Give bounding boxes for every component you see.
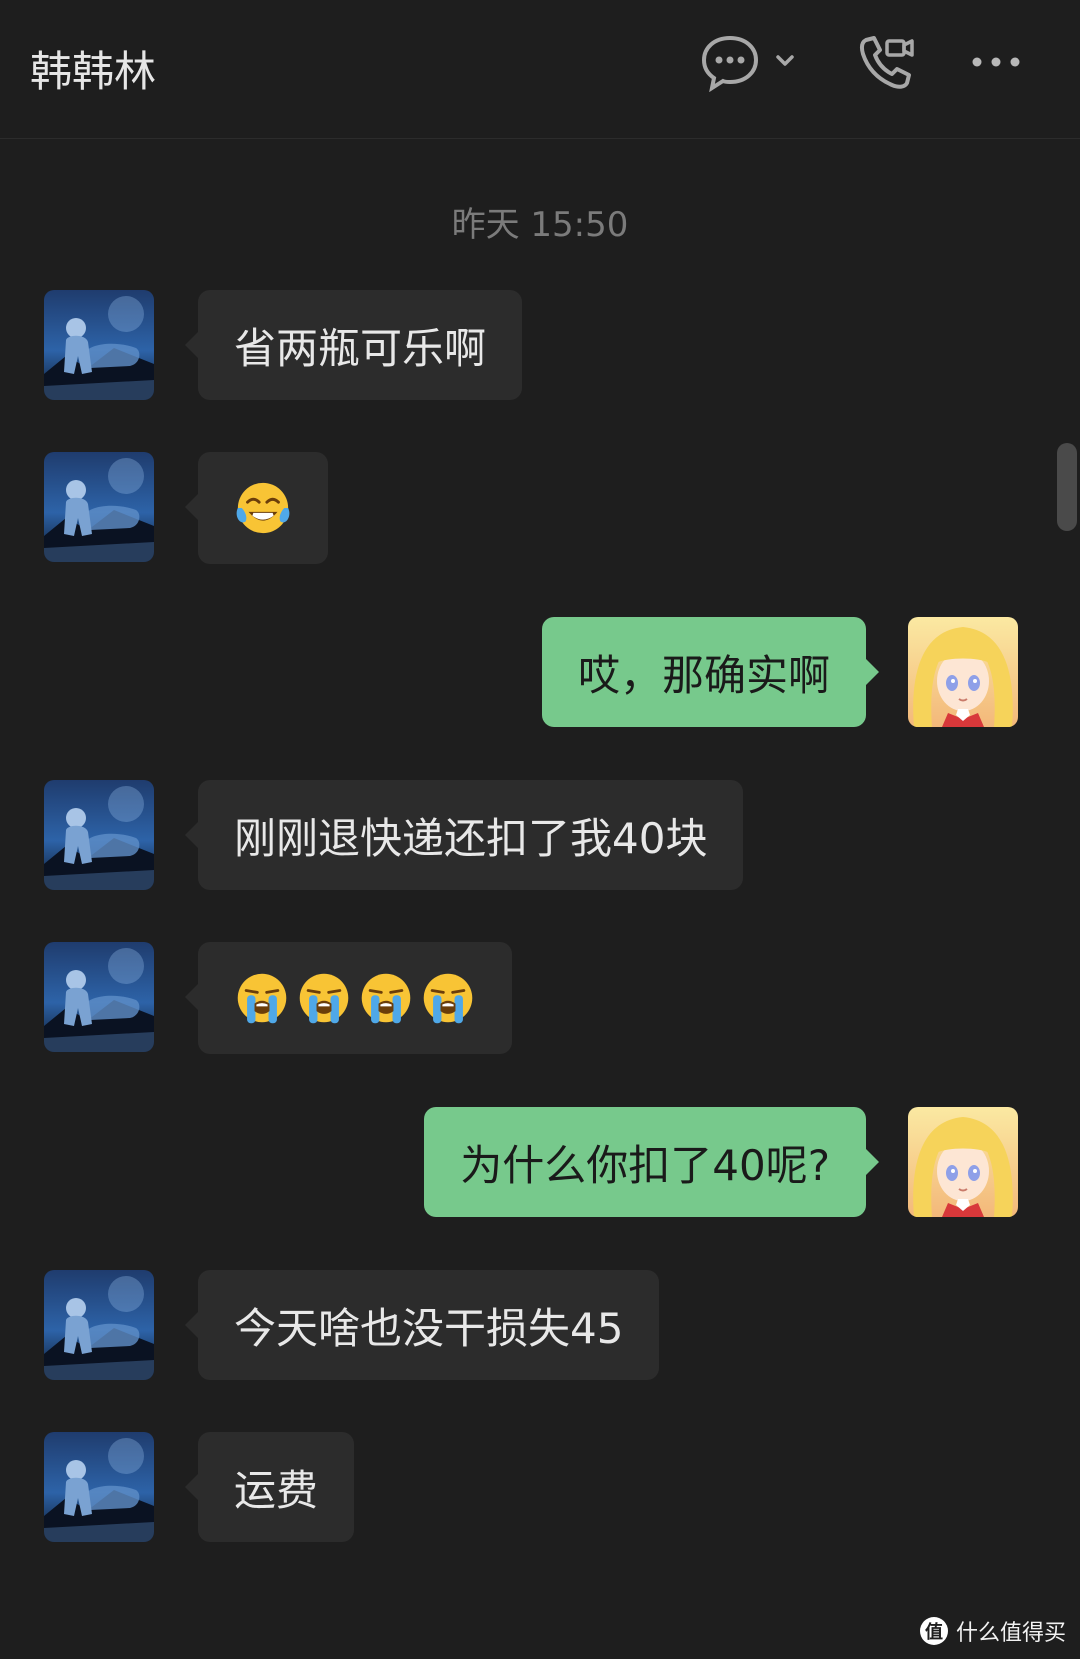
watermark-logo-icon: 值 bbox=[919, 1617, 948, 1645]
friend-avatar[interactable] bbox=[44, 1432, 154, 1542]
more-dots-icon bbox=[972, 57, 1020, 67]
outgoing-message-bubble[interactable]: 为什么你扣了40呢? bbox=[424, 1107, 879, 1217]
crying-emoji-icon bbox=[296, 969, 352, 1027]
my-avatar-image bbox=[908, 1107, 1018, 1217]
crying-emoji-icon bbox=[234, 969, 290, 1027]
chat-info-button[interactable] bbox=[700, 30, 798, 94]
friend-avatar[interactable] bbox=[44, 780, 154, 890]
friend-avatar-image bbox=[44, 780, 154, 890]
friend-avatar-image bbox=[44, 1432, 154, 1542]
call-button[interactable] bbox=[856, 30, 916, 94]
outgoing-message-bubble[interactable]: 哎，那确实啊 bbox=[541, 617, 880, 727]
chat-header: 韩韩林 bbox=[0, 0, 1080, 139]
chat-title: 韩韩林 bbox=[30, 47, 157, 96]
crying-emoji-icon bbox=[420, 969, 476, 1027]
incoming-emoji-bubble[interactable] bbox=[185, 942, 512, 1054]
incoming-message-bubble[interactable]: 今天啥也没干损失45 bbox=[184, 1270, 660, 1380]
chat-area[interactable]: 昨天 15:50 省两瓶可乐啊 哎，那确实啊 刚刚退快递还扣了我40块 为什么你… bbox=[0, 139, 1080, 1659]
my-avatar[interactable] bbox=[908, 617, 1018, 727]
incoming-message-bubble[interactable]: 运费 bbox=[184, 1432, 355, 1542]
friend-avatar-image bbox=[44, 290, 154, 400]
my-avatar-image bbox=[908, 617, 1018, 727]
incoming-message-bubble[interactable]: 省两瓶可乐啊 bbox=[184, 290, 523, 400]
watermark-text: 什么值得买 bbox=[955, 1621, 1066, 1646]
my-avatar[interactable] bbox=[908, 1107, 1018, 1217]
tears-of-joy-emoji-icon bbox=[234, 479, 292, 537]
incoming-emoji-bubble[interactable] bbox=[185, 452, 328, 564]
chat-bubble-icon bbox=[701, 35, 794, 92]
crying-emoji-icon bbox=[358, 969, 414, 1027]
chat-scrollbar[interactable] bbox=[1057, 443, 1077, 531]
friend-avatar-image bbox=[44, 1270, 154, 1380]
message-timestamp: 昨天 15:50 bbox=[451, 205, 629, 245]
friend-avatar-image bbox=[44, 942, 154, 1052]
friend-avatar-image bbox=[44, 452, 154, 562]
site-watermark: 值 什么值得买 bbox=[919, 1615, 1066, 1647]
incoming-message-bubble[interactable]: 刚刚退快递还扣了我40块 bbox=[184, 780, 744, 890]
friend-avatar[interactable] bbox=[44, 1270, 154, 1380]
more-options-button[interactable] bbox=[968, 30, 1024, 94]
friend-avatar[interactable] bbox=[44, 942, 154, 1052]
friend-avatar[interactable] bbox=[44, 290, 154, 400]
friend-avatar[interactable] bbox=[44, 452, 154, 562]
phone-video-icon bbox=[860, 36, 914, 89]
